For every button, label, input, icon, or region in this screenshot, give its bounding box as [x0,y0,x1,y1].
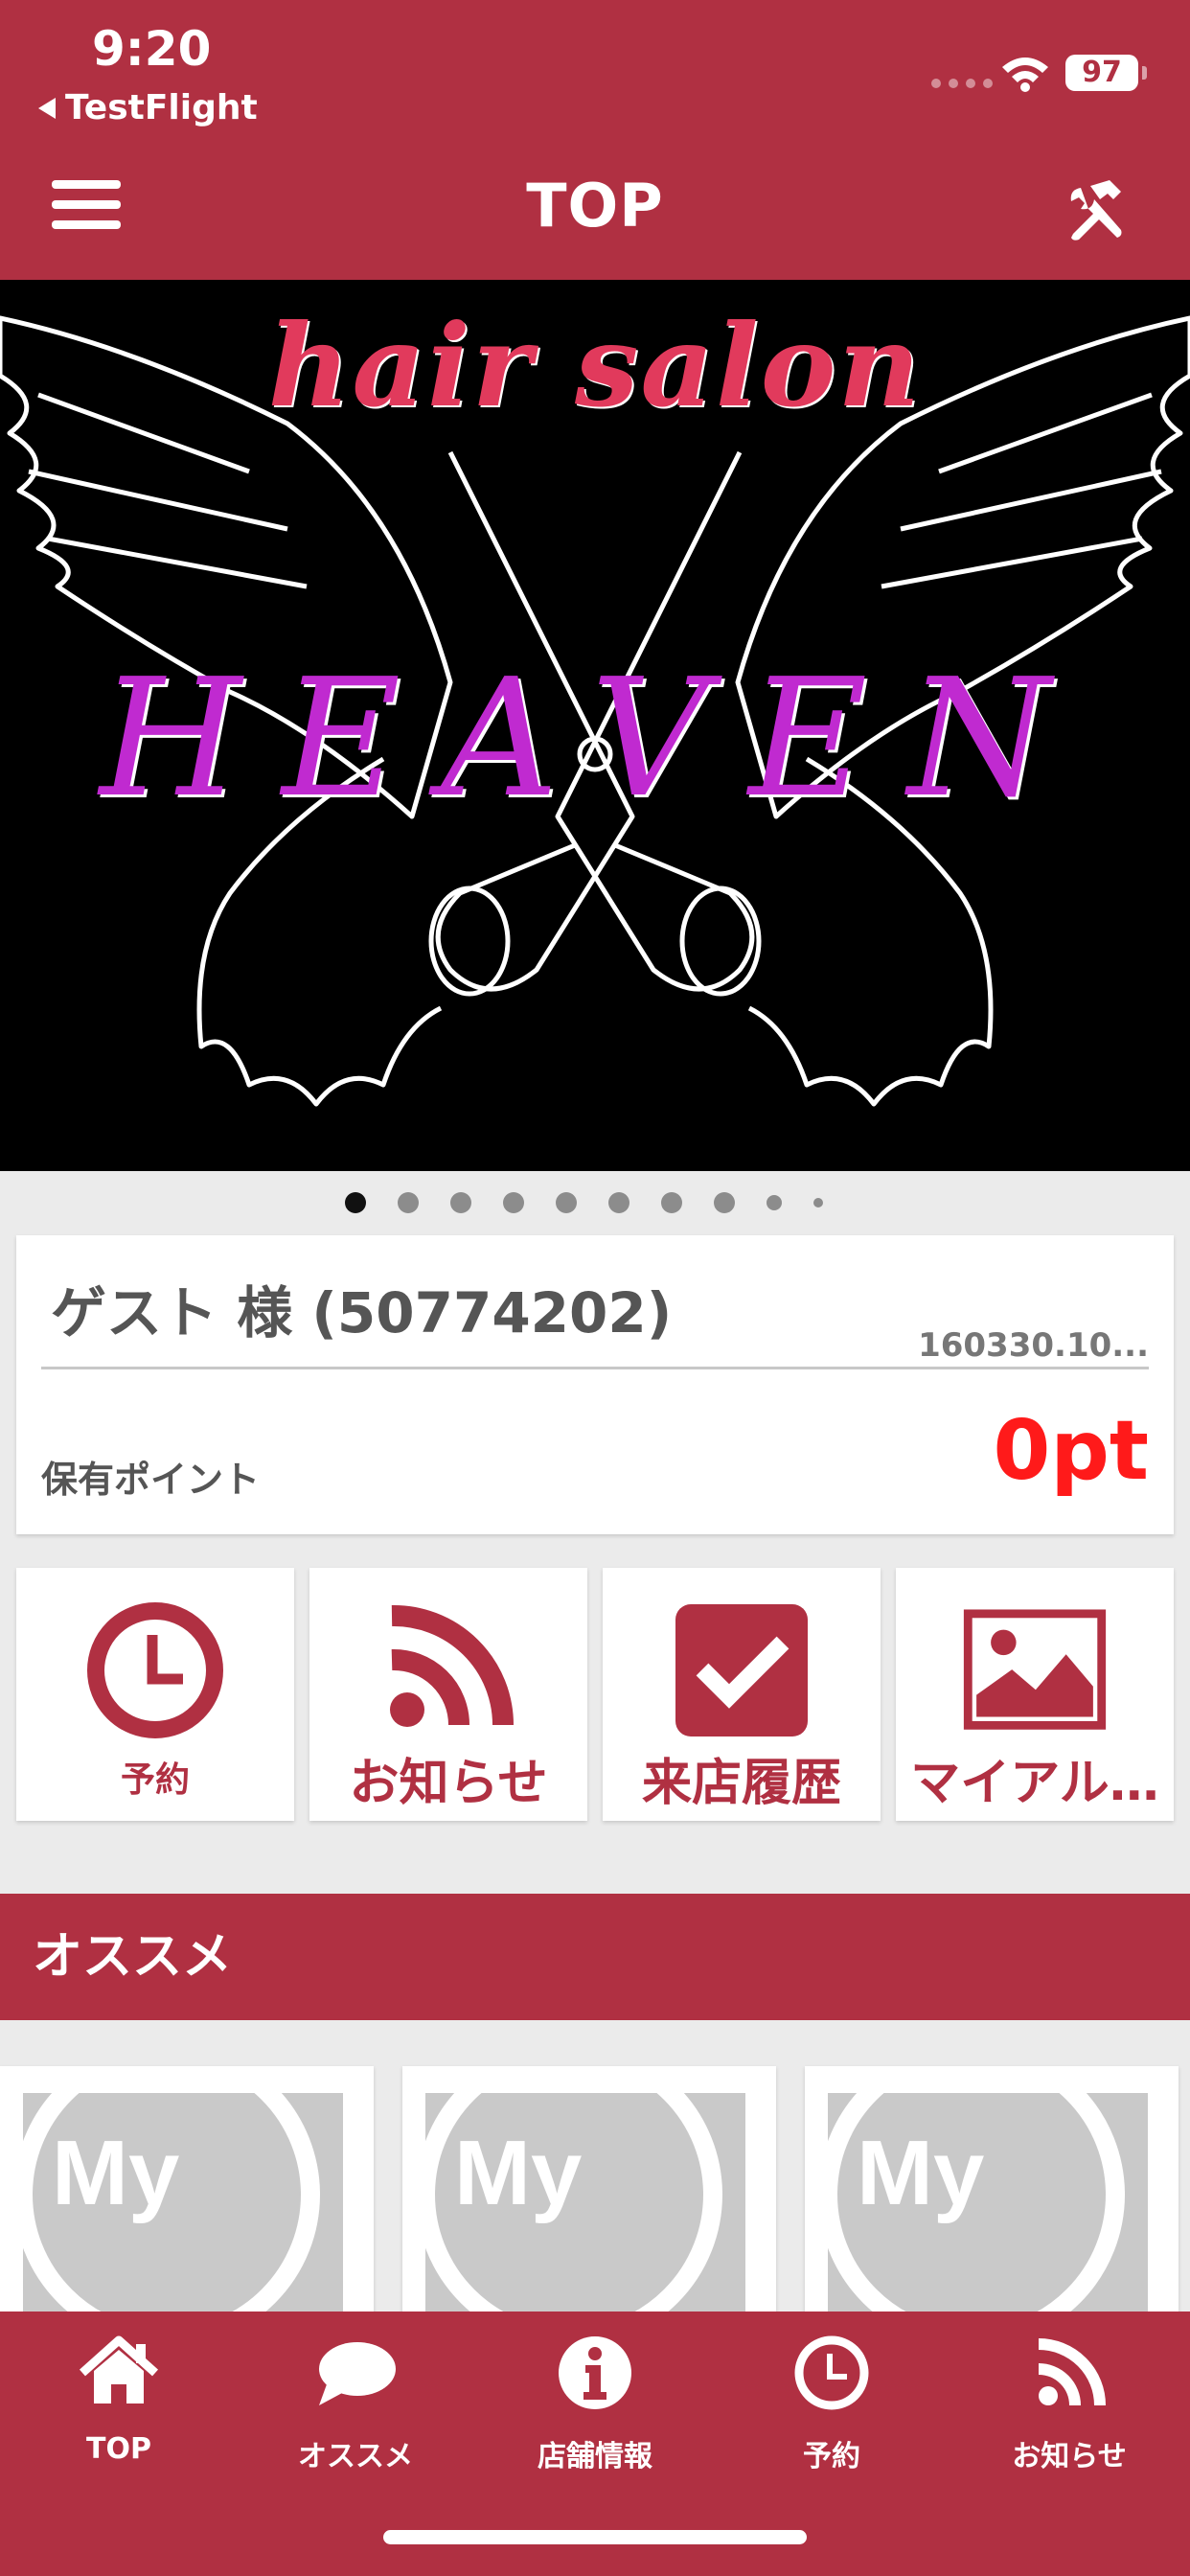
photo-album-icon [963,1609,1107,1730]
recommend-card-1[interactable]: My [0,2066,374,2315]
wifi-icon [1002,58,1048,92]
pager-dot-10[interactable] [813,1198,823,1208]
pager-dot-4[interactable] [503,1192,524,1213]
banner-page-indicator[interactable] [345,1192,855,1213]
placeholder-text: My [454,2122,582,2224]
battery-indicator: 97 [1065,55,1147,91]
tab-label: 店舗情報 [538,2440,652,2473]
pager-dot-8[interactable] [714,1192,735,1213]
my-placeholder-icon: My [23,2093,320,2315]
recommend-list: My My My [0,2066,1190,2315]
banner-title-line1: hair salon [267,299,923,432]
cellular-signal-icon [931,79,993,88]
home-icon [79,2335,159,2404]
member-code: 160330.10... [918,1326,1149,1365]
tab-label: オススメ [298,2440,413,2473]
recommend-card-2[interactable]: My [402,2066,776,2315]
pager-dot-6[interactable] [608,1192,629,1213]
member-name: ゲスト 様 (50774202) [51,1280,673,1346]
status-time: 9:20 [92,21,212,77]
recommend-card-3[interactable]: My [805,2066,1179,2315]
tab-label: 予約 [803,2440,860,2473]
tab-top[interactable]: TOP [23,2333,215,2466]
checkbox-icon [675,1604,808,1736]
tile-visit-history[interactable]: 来店履歴 [603,1568,881,1821]
tile-label: マイアル… [910,1755,1159,1812]
tile-news[interactable]: お知らせ [309,1568,587,1821]
tile-label: 来店履歴 [641,1755,841,1812]
points-label: 保有ポイント [41,1459,261,1501]
member-card[interactable]: ゲスト 様 (50774202) 160330.10... 保有ポイント 0pt [16,1235,1174,1534]
my-placeholder-icon: My [425,2093,722,2315]
pager-dot-3[interactable] [450,1192,471,1213]
recommend-thumbnail: My [23,2093,343,2315]
pager-dot-5[interactable] [556,1192,577,1213]
placeholder-text: My [857,2122,984,2224]
back-arrow-icon [38,97,56,119]
tile-label: お知らせ [349,1755,548,1812]
clock-icon [794,2335,869,2410]
tile-label: 予約 [120,1760,190,1800]
pager-dot-7[interactable] [661,1192,682,1213]
my-placeholder-icon: My [828,2093,1125,2315]
back-app-label: TestFlight [65,88,258,127]
promo-banner[interactable]: hair salon HEAVEN [0,280,1190,1171]
tab-recommend[interactable]: オススメ [260,2333,451,2474]
pager-dot-9[interactable] [767,1195,782,1210]
page-title: TOP [526,171,664,241]
member-divider [41,1367,1149,1369]
info-icon [559,2336,631,2409]
tab-reservation[interactable]: 予約 [736,2333,927,2474]
rss-feed-icon [390,1604,514,1727]
recommend-section-header: オススメ [0,1894,1190,2020]
recommend-thumbnail: My [425,2093,745,2315]
tile-reservation[interactable]: 予約 [16,1568,294,1821]
app-header: 9:20 TestFlight 97 TOP [0,0,1190,280]
home-indicator[interactable] [383,2530,807,2544]
tab-label: お知らせ [1012,2440,1127,2473]
tab-store-info[interactable]: 店舗情報 [499,2333,691,2474]
tab-label: TOP [86,2432,151,2466]
settings-tools-button[interactable] [1062,176,1131,245]
feature-tiles: 予約 お知らせ 来店履歴 マイアル… [16,1568,1174,1821]
banner-title-line2: HEAVEN [99,644,1091,834]
pager-dot-2[interactable] [398,1192,419,1213]
tab-news[interactable]: お知らせ [973,2333,1165,2474]
points-value: 0pt [993,1403,1149,1499]
bottom-tab-bar: TOP オススメ 店舗情報 予約 お知らせ [0,2312,1190,2576]
placeholder-text: My [52,2122,179,2224]
pager-dot-1[interactable] [345,1192,366,1213]
tile-my-album[interactable]: マイアル… [896,1568,1174,1821]
hammer-wrench-icon [1070,180,1122,241]
speech-bubble-icon [319,2342,396,2405]
rss-feed-icon [1038,2338,1106,2406]
back-to-app-link[interactable]: TestFlight [38,88,258,127]
recommend-thumbnail: My [828,2093,1148,2315]
clock-icon [87,1602,223,1738]
